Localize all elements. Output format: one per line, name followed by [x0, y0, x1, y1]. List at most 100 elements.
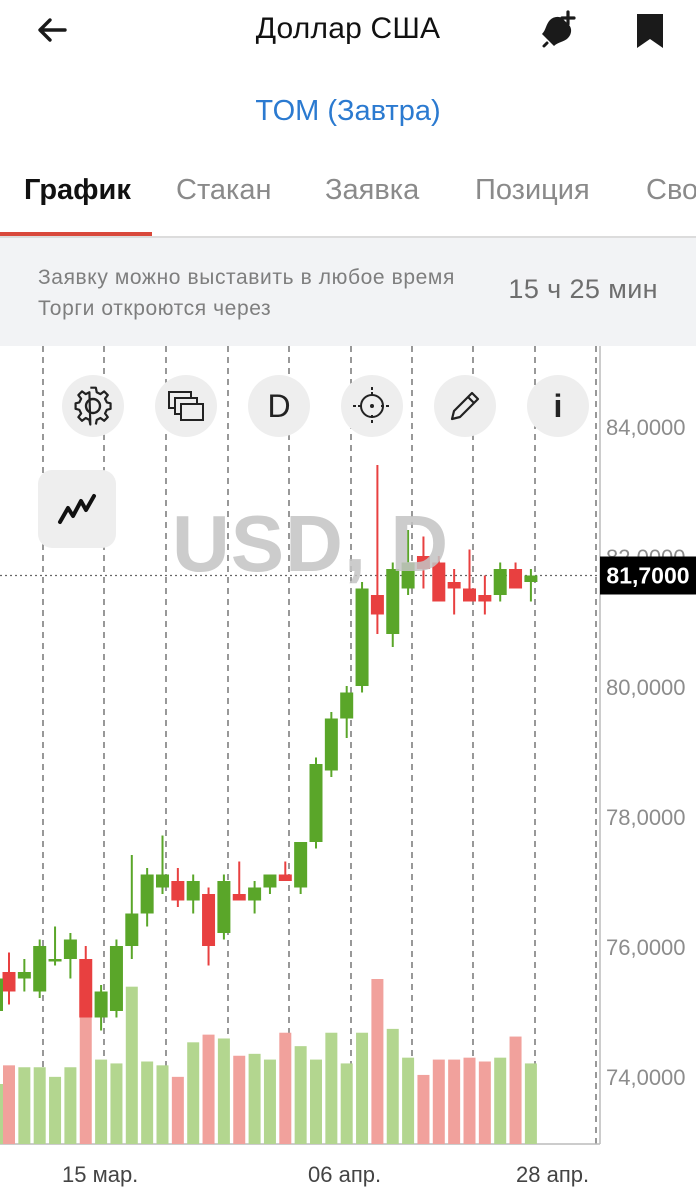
candle-body — [478, 595, 492, 602]
volume-bar — [509, 1036, 522, 1144]
volume-bar — [79, 1011, 92, 1144]
tab-orderbook[interactable]: Стакан — [176, 174, 272, 207]
candle-body — [309, 764, 323, 842]
app-header: Доллар США — [0, 0, 696, 60]
current-price-label: 81,7000 — [606, 563, 689, 589]
volume-bar — [524, 1063, 537, 1144]
layers-icon — [168, 391, 204, 421]
indicator-line-icon — [58, 494, 96, 524]
candle-body — [509, 569, 523, 589]
indicators-button[interactable] — [38, 470, 116, 548]
tab-position[interactable]: Позиция — [475, 174, 590, 207]
volume-bar — [325, 1032, 338, 1144]
volume-bar — [248, 1053, 261, 1144]
volume-bar — [448, 1059, 461, 1144]
crosshair-icon — [353, 387, 391, 425]
tab-chart[interactable]: График — [24, 174, 131, 207]
candle-body — [94, 991, 108, 1018]
candle-body — [140, 874, 154, 914]
crosshair-button[interactable] — [341, 375, 403, 437]
volume-bar — [64, 1067, 77, 1144]
bookmark-icon — [637, 14, 663, 48]
volume-bar — [202, 1034, 215, 1144]
candle-body — [217, 881, 231, 933]
bell-plus-icon — [542, 10, 576, 48]
candle-body — [33, 946, 47, 992]
page-title: Доллар США — [255, 12, 441, 45]
candle-body — [63, 939, 77, 959]
price-chart[interactable]: 84,000082,000080,000078,000076,000074,00… — [0, 346, 696, 1200]
volume-bar — [3, 1065, 15, 1144]
period-button[interactable]: D — [248, 375, 310, 437]
volume-bar — [263, 1059, 276, 1144]
y-tick-label: 74,0000 — [606, 1065, 686, 1090]
trading-notice: Заявку можно выставить в любое время Тор… — [0, 238, 696, 346]
candle-body — [186, 881, 200, 901]
candle-body — [524, 575, 538, 582]
volume-bar — [187, 1042, 200, 1144]
info-button[interactable]: i — [527, 375, 589, 437]
candle-body — [2, 972, 16, 992]
candle-body — [109, 946, 123, 1011]
volume-bar — [310, 1059, 322, 1144]
candle-body — [493, 569, 507, 595]
notice-timer: 15 ч 25 мин — [508, 274, 658, 304]
candle-body — [447, 582, 461, 589]
volume-bar — [478, 1061, 491, 1144]
candle-body — [232, 894, 246, 901]
volume-bar — [402, 1057, 415, 1144]
volume-bar — [233, 1055, 246, 1144]
volume-bar — [95, 1059, 108, 1144]
candle-body — [48, 959, 62, 962]
volume-bar — [371, 979, 384, 1144]
volume-bar — [432, 1059, 445, 1144]
y-tick-label: 84,0000 — [606, 415, 686, 440]
volume-bar — [110, 1063, 123, 1144]
bookmark-button[interactable] — [626, 10, 674, 52]
candle-body — [17, 972, 31, 979]
volume-bar — [49, 1076, 62, 1144]
pencil-icon — [450, 391, 480, 421]
notice-text: Заявку можно выставить в любое время Тор… — [38, 266, 455, 320]
volume-bar — [33, 1067, 46, 1144]
y-tick-label: 78,0000 — [606, 805, 686, 830]
gear-icon — [74, 386, 112, 426]
volume-bar — [18, 1067, 31, 1144]
volume-bar — [294, 1046, 307, 1144]
volume-bar — [340, 1063, 353, 1144]
x-tick-label: 15 мар. — [62, 1162, 138, 1187]
add-alert-button[interactable] — [534, 10, 582, 52]
volume-bar — [156, 1065, 169, 1144]
tab-bar: График Стакан Заявка Позиция Сво — [0, 160, 696, 238]
tab-order[interactable]: Заявка — [325, 174, 419, 207]
compare-button[interactable] — [155, 375, 217, 437]
volume-bar — [0, 1084, 3, 1144]
candle-body — [156, 874, 169, 888]
volume-bar — [494, 1057, 507, 1144]
volume-bar — [217, 1038, 230, 1144]
candle-body — [0, 978, 3, 1011]
y-tick-label: 76,0000 — [606, 935, 686, 960]
x-tick-label: 28 апр. — [516, 1162, 589, 1187]
volume-bar — [356, 1032, 369, 1144]
volume-bar — [463, 1057, 476, 1144]
y-tick-label: 80,0000 — [606, 675, 686, 700]
candle-body — [463, 588, 476, 602]
volume-bar — [417, 1074, 430, 1144]
volume-bar — [171, 1076, 184, 1144]
draw-button[interactable] — [434, 375, 496, 437]
candle-body — [171, 881, 185, 901]
candle-body — [340, 692, 354, 719]
tab-more[interactable]: Сво — [646, 174, 696, 207]
volume-bar — [279, 1032, 292, 1144]
chart-settings-button[interactable] — [62, 375, 124, 437]
candle-body — [79, 959, 93, 1018]
candle-body — [202, 894, 216, 946]
candle-body — [248, 887, 262, 901]
candle-body — [125, 913, 139, 946]
candle-body — [324, 718, 338, 771]
board-selector[interactable]: TOM (Завтра) — [0, 95, 696, 128]
x-tick-label: 06 апр. — [308, 1162, 381, 1187]
chart-watermark: USD, D — [172, 499, 450, 588]
volume-bar — [386, 1028, 399, 1144]
